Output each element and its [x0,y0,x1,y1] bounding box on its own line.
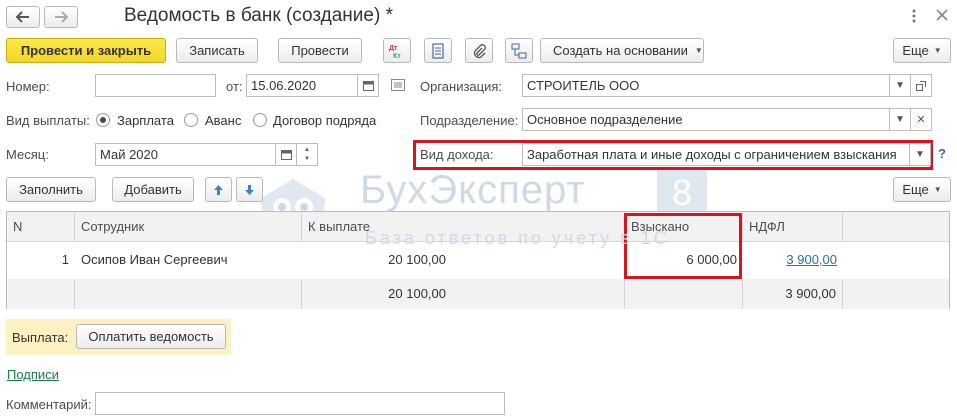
number-label: Номер: [6,79,50,94]
dt-kt-button[interactable]: Дт Кт [383,38,411,63]
date-field[interactable]: 15.06.2020 [246,74,358,97]
save-button[interactable]: Записать [176,38,258,63]
column-header-employee[interactable]: Сотрудник [75,212,302,242]
income-type-label: Вид дохода: [420,147,494,162]
footer-cell-collected [625,279,743,309]
post-and-close-button[interactable]: Провести и закрыть [6,38,166,63]
subdivision-field[interactable]: Основное подразделение [522,108,890,131]
signatures-link[interactable]: Подписи [7,367,59,382]
open-icon [916,80,926,91]
svg-text:Кт: Кт [393,53,401,59]
radio-advance-label[interactable]: Аванс [205,113,241,128]
collected-column-highlight [624,213,742,279]
post-button[interactable]: Провести [278,38,362,63]
footer-cell-n [7,279,75,309]
radio-advance[interactable] [184,113,198,127]
calendar-icon [280,150,292,160]
back-button[interactable] [6,6,40,28]
date-label: от: [226,79,243,94]
footer-total-to-pay: 20 100,00 [302,279,625,309]
month-field[interactable]: Май 2020 [95,143,276,166]
table-more-label: Еще [902,182,929,197]
move-up-button[interactable] [205,177,232,202]
radio-salary-label[interactable]: Зарплата [117,113,174,128]
subdivision-dropdown-button[interactable]: ▼ [889,108,911,131]
organization-open-button[interactable] [910,74,932,97]
spinner-up-icon[interactable]: ▲ [304,146,310,155]
list-icon [432,42,444,59]
arrow-down-icon [245,184,254,195]
watermark-brand: БухЭксперт [360,168,586,212]
dropdown-arrow-icon: ▼ [694,46,703,55]
table-more-button[interactable]: Еще ▼ [893,177,951,202]
arrow-up-icon [214,184,223,195]
calendar-icon [362,81,374,91]
radio-contract[interactable] [253,113,267,127]
column-header-empty [843,212,949,242]
paperclip-icon [473,43,486,58]
income-type-field[interactable]: Заработная плата и иные доходы с огранич… [522,143,910,166]
svg-text:Дт: Дт [389,45,398,52]
create-based-on-label: Создать на основании [553,43,688,58]
hierarchy-icon [511,43,527,58]
cell-n: 1 [61,252,69,267]
attach-button[interactable] [465,38,493,63]
total-to-pay-value: 20 100,00 [388,286,446,301]
fill-button[interactable]: Заполнить [6,177,96,202]
more-button[interactable]: Еще ▼ [893,38,951,63]
arrow-right-icon [55,11,68,23]
forward-button[interactable] [44,6,78,28]
organization-dropdown-button[interactable]: ▼ [889,74,911,97]
organization-label: Организация: [420,79,503,94]
column-header-ndfl[interactable]: НДФЛ [743,212,843,242]
watermark-number: 8 [657,170,707,216]
calendar-button[interactable] [357,74,379,97]
income-type-dropdown-button[interactable]: ▼ [909,143,931,166]
month-calendar-button[interactable] [275,143,297,166]
table-row[interactable]: 1 Осипов Иван Сергеевич 20 100,00 6 000,… [7,243,949,277]
footer-total-ndfl: 3 900,00 [743,279,843,309]
number-field[interactable] [95,74,216,97]
cell-to-pay: 20 100,00 [388,252,446,267]
document-icon[interactable] [391,79,405,94]
comment-label: Комментарий: [6,397,92,412]
month-label: Месяц: [6,147,49,162]
kebab-menu-icon[interactable] [912,9,920,25]
close-icon[interactable] [936,9,948,24]
move-down-button[interactable] [236,177,263,202]
more-label: Еще [902,43,929,58]
report-button[interactable] [424,38,452,63]
dropdown-arrow-icon: ▼ [933,46,942,55]
month-spinner[interactable]: ▲ ▼ [296,143,318,166]
cell-ndfl[interactable]: 3 900,00 [743,243,843,277]
footer-cell-empty [843,279,949,309]
window-title: Ведомость в банк (создание) * [124,5,393,26]
subdivision-label: Подразделение: [420,113,519,128]
arrow-left-icon [16,11,29,23]
dt-kt-icon: Дт Кт [389,45,401,59]
add-button[interactable]: Добавить [112,177,194,202]
spinner-down-icon[interactable]: ▼ [304,155,310,164]
column-header-n[interactable]: N [7,212,75,242]
radio-contract-label[interactable]: Договор подряда [273,113,376,128]
cell-employee: Осипов Иван Сергеевич [81,252,228,267]
comment-field[interactable] [95,392,505,415]
radio-salary[interactable] [96,113,110,127]
organization-field[interactable]: СТРОИТЕЛЬ ООО [522,74,890,97]
create-based-on-button[interactable]: Создать на основании ▼ [540,38,704,63]
payment-type-label: Вид выплаты: [6,113,90,128]
structure-button[interactable] [505,38,533,63]
help-icon[interactable]: ? [938,146,946,161]
pay-statement-button[interactable]: Оплатить ведомость [76,324,226,349]
payment-label: Выплата: [12,330,69,345]
subdivision-clear-button[interactable]: ✕ [910,108,932,131]
ndfl-link[interactable]: 3 900,00 [786,252,837,267]
column-header-to-pay[interactable]: К выплате [302,212,625,242]
footer-cell-employee [75,279,302,309]
dropdown-arrow-icon: ▼ [933,185,942,194]
employees-table[interactable]: N Сотрудник К выплате Взыскано НДФЛ 1 Ос… [6,211,950,309]
